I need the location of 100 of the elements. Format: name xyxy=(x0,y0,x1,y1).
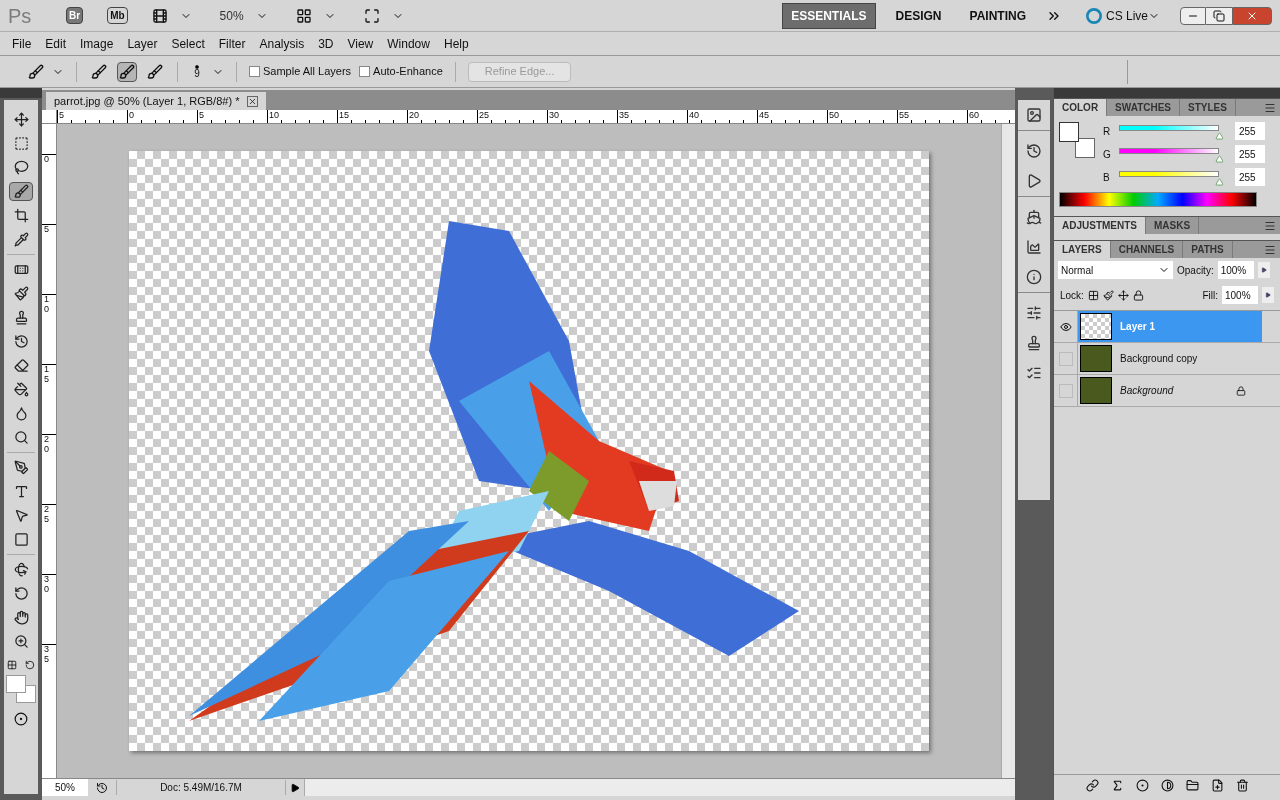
menu-item[interactable]: 3D xyxy=(312,34,340,53)
menu-item[interactable]: Image xyxy=(74,34,120,53)
vertical-scrollbar[interactable] xyxy=(1001,124,1015,778)
color-spectrum-bar[interactable] xyxy=(1059,192,1257,207)
brush-icon xyxy=(91,63,107,80)
mini-bridge-button[interactable]: Mb xyxy=(107,7,128,24)
zoom-icon xyxy=(13,634,29,649)
document-tab[interactable]: parrot.jpg @ 50% (Layer 1, RGB/8#) * xyxy=(46,92,267,110)
paintbrush-icon xyxy=(13,286,29,301)
restore-button[interactable] xyxy=(1206,6,1232,25)
ruler-label: 30 xyxy=(548,110,559,121)
workspace-button[interactable]: DESIGN xyxy=(887,3,950,28)
color-swatches[interactable] xyxy=(1059,122,1095,158)
history-icon[interactable] xyxy=(1026,143,1042,159)
channel-slider-track[interactable] xyxy=(1119,171,1219,177)
brush-presets-icon[interactable] xyxy=(1026,305,1042,321)
lasso-icon xyxy=(13,160,29,175)
checkbox[interactable] xyxy=(249,66,260,77)
lock-transparency-icon[interactable] xyxy=(1087,289,1099,301)
lock-pixels-icon[interactable] xyxy=(1102,289,1114,301)
swap-colors-icon[interactable] xyxy=(25,660,35,670)
adjustment-icon[interactable] xyxy=(1160,779,1174,792)
workspace-button[interactable]: PAINTING xyxy=(961,3,1034,28)
ruler-label: 0 xyxy=(128,110,134,121)
minimize-button[interactable] xyxy=(1180,6,1206,25)
dock-grip[interactable] xyxy=(1018,196,1050,202)
menu-item[interactable]: Edit xyxy=(39,34,73,53)
menu-item[interactable]: Analysis xyxy=(253,34,311,53)
cs-live-button[interactable]: CS Live xyxy=(1105,6,1160,25)
menu-item[interactable]: Help xyxy=(437,34,475,53)
checkbox[interactable] xyxy=(359,66,371,77)
panel-tab[interactable]: COLOR xyxy=(1054,99,1108,116)
panel-menu-icon[interactable] xyxy=(1264,102,1276,114)
opacity-field[interactable]: 100% xyxy=(1217,261,1254,279)
panel-menu-icon[interactable] xyxy=(1264,220,1276,232)
cs-live-icon xyxy=(1085,7,1102,24)
channel-value-field[interactable]: 255 xyxy=(1235,168,1265,186)
workspace-button[interactable]: ESSENTIALS xyxy=(782,2,876,29)
menu-item[interactable]: Window xyxy=(381,34,436,53)
quick-selection-preset-icon[interactable] xyxy=(28,63,44,80)
empty-visibility-box xyxy=(1058,383,1073,398)
film-icon[interactable] xyxy=(151,7,168,24)
layout-icon[interactable] xyxy=(295,7,312,24)
channel-slider-track[interactable] xyxy=(1119,125,1219,131)
tool-button[interactable] xyxy=(9,182,33,201)
histogram-icon[interactable] xyxy=(1026,239,1042,255)
menu-item[interactable]: Filter xyxy=(212,34,252,53)
fill-field[interactable]: 100% xyxy=(1222,286,1258,304)
tool-presets-icon[interactable] xyxy=(1026,365,1042,381)
menu-item[interactable]: View xyxy=(341,34,380,53)
trash-icon[interactable] xyxy=(1235,779,1249,792)
status-clock-icon[interactable] xyxy=(96,781,108,794)
folder-icon[interactable] xyxy=(1185,779,1199,792)
color-swatches[interactable] xyxy=(6,675,36,703)
close-button[interactable] xyxy=(1232,6,1272,25)
panel-menu-icon[interactable] xyxy=(1264,244,1276,256)
layer-name: Background copy xyxy=(1120,352,1199,366)
new-layer-icon[interactable] xyxy=(1210,779,1224,792)
ruler-label: 15 xyxy=(44,365,49,385)
slider-thumb[interactable] xyxy=(1215,178,1224,186)
selection-mode-button[interactable] xyxy=(117,61,137,82)
pointer-icon xyxy=(13,508,29,523)
lock-position-icon[interactable] xyxy=(1117,289,1129,301)
info-icon[interactable] xyxy=(1026,269,1042,285)
status-menu-arrow-icon[interactable] xyxy=(290,782,300,793)
ruler-label: 40 xyxy=(688,110,699,121)
screen-mode-icon[interactable] xyxy=(363,7,380,24)
bridge-button[interactable]: Br xyxy=(66,7,84,24)
horizontal-scrollbar[interactable] xyxy=(304,779,1015,796)
play-icon[interactable] xyxy=(1026,173,1042,189)
clone-source-icon[interactable] xyxy=(1026,335,1042,351)
history-brush-icon xyxy=(13,334,29,349)
link-icon[interactable] xyxy=(1085,779,1099,792)
mask-icon[interactable] xyxy=(1135,779,1149,792)
menu-item[interactable]: File xyxy=(6,34,38,53)
menu-item[interactable]: Layer xyxy=(121,34,164,53)
blend-mode-dropdown[interactable]: Normal xyxy=(1058,261,1173,279)
checkbox-label: Auto-Enhance xyxy=(373,64,443,80)
mini-bridge-icon[interactable] xyxy=(1026,107,1042,123)
panel-tab[interactable]: ADJUSTMENTS xyxy=(1054,217,1146,234)
ruler-label: 20 xyxy=(44,435,49,455)
lock-all-icon[interactable] xyxy=(1132,289,1144,301)
close-icon[interactable] xyxy=(247,95,259,107)
menu-item[interactable]: Select xyxy=(165,34,211,53)
channel-slider-track[interactable] xyxy=(1119,148,1219,154)
layer-name: Layer 1 xyxy=(1120,320,1157,334)
fill-label: Fill: xyxy=(1202,288,1218,303)
quick-mask-icon[interactable] xyxy=(13,712,29,726)
zoom-level-field[interactable]: 50% xyxy=(42,779,88,796)
dock-grip[interactable] xyxy=(1018,130,1050,136)
zoom-dropdown[interactable]: 50% xyxy=(219,6,244,25)
slider-thumb[interactable] xyxy=(1215,155,1224,163)
panel-tab[interactable]: LAYERS xyxy=(1054,241,1111,258)
channel-value-field[interactable]: 255 xyxy=(1235,122,1265,140)
dock-grip[interactable] xyxy=(1018,292,1050,298)
layer-row[interactable]: Background copy xyxy=(1078,343,1262,374)
channel-value-field[interactable]: 255 xyxy=(1235,145,1265,163)
brush-icon xyxy=(147,63,163,80)
slider-thumb[interactable] xyxy=(1215,132,1224,140)
layer-row[interactable]: Background xyxy=(1078,375,1262,406)
